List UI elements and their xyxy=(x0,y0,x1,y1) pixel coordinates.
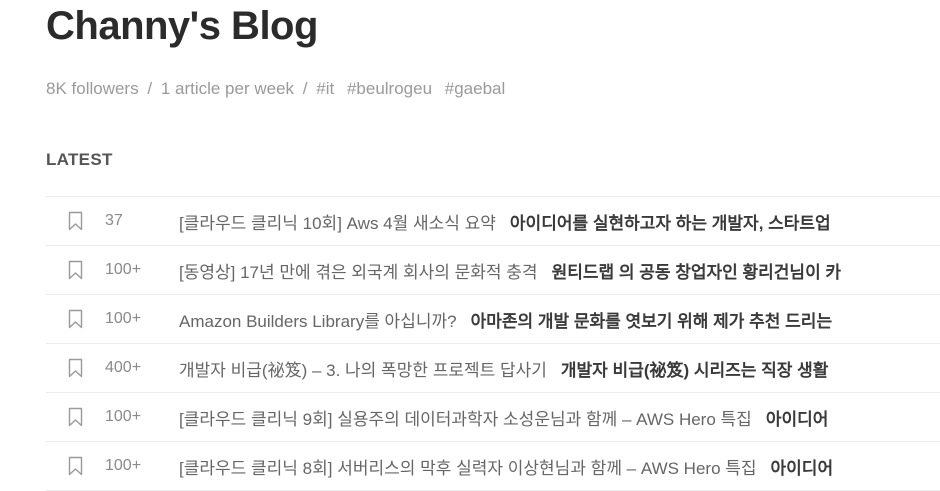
bookmark-icon[interactable] xyxy=(46,407,105,427)
article-row[interactable]: 100+ [동영상] 17년 만에 겪은 외국계 회사의 문화적 충격 원티드랩… xyxy=(46,246,940,295)
article-subtitle[interactable]: 원티드랩 의 공동 창업자인 황리건님이 카 xyxy=(552,258,842,283)
bookmark-icon[interactable] xyxy=(46,309,105,329)
reaction-count: 400+ xyxy=(105,359,142,376)
reaction-count: 100+ xyxy=(105,261,142,278)
bookmark-icon[interactable] xyxy=(46,260,105,280)
article-row[interactable]: 100+ [클라우드 클리닉 8회] 서버리스의 막후 실력자 이상현님과 함께… xyxy=(46,442,940,491)
article-subtitle[interactable]: 아이디어 xyxy=(766,405,829,430)
bookmark-icon[interactable] xyxy=(46,211,105,231)
article-row[interactable]: 100+ Amazon Builders Library를 아십니까? 아마존의… xyxy=(46,295,940,344)
tag-link[interactable]: #it xyxy=(316,79,334,98)
article-title[interactable]: Amazon Builders Library를 아십니까? xyxy=(179,307,457,332)
article-title[interactable]: 개발자 비급(祕笈) – 3. 나의 폭망한 프로젝트 답사기 xyxy=(179,356,547,381)
article-subtitle[interactable]: 개발자 비급(祕笈) 시리즈는 직장 생활 xyxy=(561,356,829,381)
tag-link[interactable]: #beulrogeu xyxy=(347,79,432,98)
reaction-count: 100+ xyxy=(105,457,142,474)
reaction-count: 37 xyxy=(105,212,123,229)
blog-meta: 8K followers / 1 article per week / #it … xyxy=(46,78,513,100)
tag-link[interactable]: #gaebal xyxy=(445,79,506,98)
article-row[interactable]: 37 [클라우드 클리닉 10회] Aws 4월 새소식 요약 아이디어를 실현… xyxy=(46,197,940,246)
followers-count: 8K followers xyxy=(46,79,139,98)
article-row[interactable]: 100+ [클라우드 클리닉 9회] 실용주의 데이터과학자 소성운님과 함께 … xyxy=(46,393,940,442)
article-title[interactable]: [클라우드 클리닉 8회] 서버리스의 막후 실력자 이상현님과 함께 – AW… xyxy=(179,454,757,479)
reaction-count: 100+ xyxy=(105,310,142,327)
article-subtitle[interactable]: 아이디어를 실현하고자 하는 개발자, 스타트업 xyxy=(510,209,831,234)
article-title[interactable]: [클라우드 클리닉 9회] 실용주의 데이터과학자 소성운님과 함께 – AWS… xyxy=(179,405,752,430)
posting-frequency: 1 article per week xyxy=(160,79,295,98)
meta-separator: / xyxy=(147,79,153,98)
blog-title: Channy's Blog xyxy=(46,4,318,48)
bookmark-icon[interactable] xyxy=(46,358,105,378)
bookmark-icon[interactable] xyxy=(46,456,105,476)
meta-separator: / xyxy=(302,79,308,98)
article-title[interactable]: [클라우드 클리닉 10회] Aws 4월 새소식 요약 xyxy=(179,209,496,234)
reaction-count: 100+ xyxy=(105,408,142,425)
article-subtitle[interactable]: 아마존의 개발 문화를 엿보기 위해 제가 추천 드리는 xyxy=(471,307,833,332)
article-subtitle[interactable]: 아이디어 xyxy=(771,454,834,479)
article-title[interactable]: [동영상] 17년 만에 겪은 외국계 회사의 문화적 충격 xyxy=(179,258,538,283)
section-label-latest: LATEST xyxy=(46,150,113,169)
article-row[interactable]: 400+ 개발자 비급(祕笈) – 3. 나의 폭망한 프로젝트 답사기 개발자… xyxy=(46,344,940,393)
article-list: 37 [클라우드 클리닉 10회] Aws 4월 새소식 요약 아이디어를 실현… xyxy=(46,196,940,491)
